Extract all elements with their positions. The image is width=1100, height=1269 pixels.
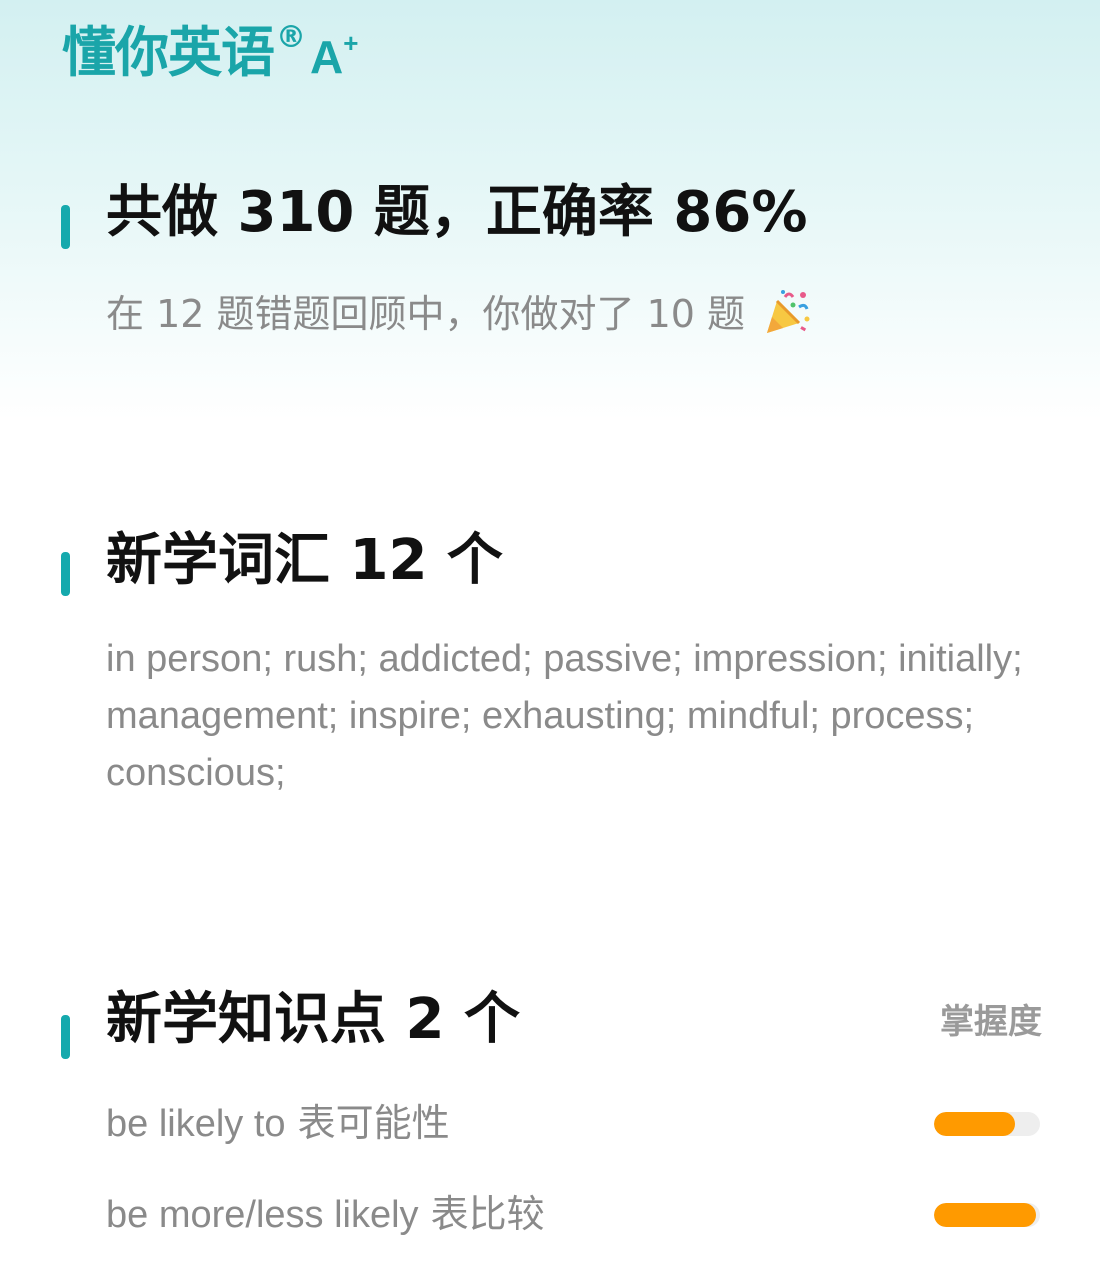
- mastery-progress-bar: [934, 1112, 1040, 1136]
- vocabulary-heading: 新学词汇 12 个: [106, 528, 503, 593]
- brand-name: 懂你英语: [62, 21, 275, 84]
- mastery-column-label: 掌握度: [940, 1002, 1042, 1042]
- vocabulary-section: 新学词汇 12 个 in person; rush; addicted; pas…: [0, 524, 1100, 804]
- summary-accent-bar: [61, 205, 70, 249]
- knowledge-item[interactable]: be more/less likely 表比较: [0, 1184, 1100, 1244]
- party-popper-icon: [763, 289, 811, 335]
- knowledge-item[interactable]: be likely to 表可能性: [0, 1093, 1100, 1153]
- knowledge-item-en: be likely to: [106, 1103, 286, 1145]
- knowledge-section: 新学知识点 2 个 掌握度 be likely to 表可能性 be more/…: [0, 985, 1100, 1255]
- vocabulary-accent-bar: [61, 552, 70, 596]
- knowledge-item-zh: 表比较: [430, 1192, 545, 1236]
- brand-grade-plus: +: [343, 28, 359, 58]
- vocabulary-word-list: in person; rush; addicted; passive; impr…: [106, 638, 1023, 794]
- review-result-text: 在 12 题错题回顾中，你做对了 10 题: [106, 292, 746, 336]
- knowledge-item-text: be more/less likely 表比较: [106, 1184, 545, 1245]
- mastery-progress-fill: [934, 1112, 1015, 1136]
- knowledge-heading: 新学知识点 2 个: [106, 987, 520, 1052]
- mastery-progress-bar: [934, 1203, 1040, 1227]
- summary-heading: 共做 310 题，正确率 86%: [106, 180, 808, 245]
- registered-mark: ®: [276, 20, 306, 55]
- summary-section: 共做 310 题，正确率 86% 在 12 题错题回顾中，你做对了 10 题: [0, 178, 1100, 348]
- knowledge-item-text: be likely to 表可能性: [106, 1093, 450, 1154]
- summary-subtext: 在 12 题错题回顾中，你做对了 10 题: [106, 289, 811, 337]
- brand-grade: A: [310, 31, 344, 83]
- learning-report-page: 懂你英语 ® A + 共做 310 题，正确率 86% 在 12 题错题回顾中，…: [0, 0, 1100, 1269]
- knowledge-item-en: be more/less likely: [106, 1194, 419, 1236]
- knowledge-accent-bar: [61, 1015, 70, 1059]
- brand-logo: 懂你英语 ® A +: [62, 18, 358, 88]
- mastery-progress-fill: [934, 1203, 1036, 1227]
- knowledge-item-zh: 表可能性: [297, 1101, 450, 1145]
